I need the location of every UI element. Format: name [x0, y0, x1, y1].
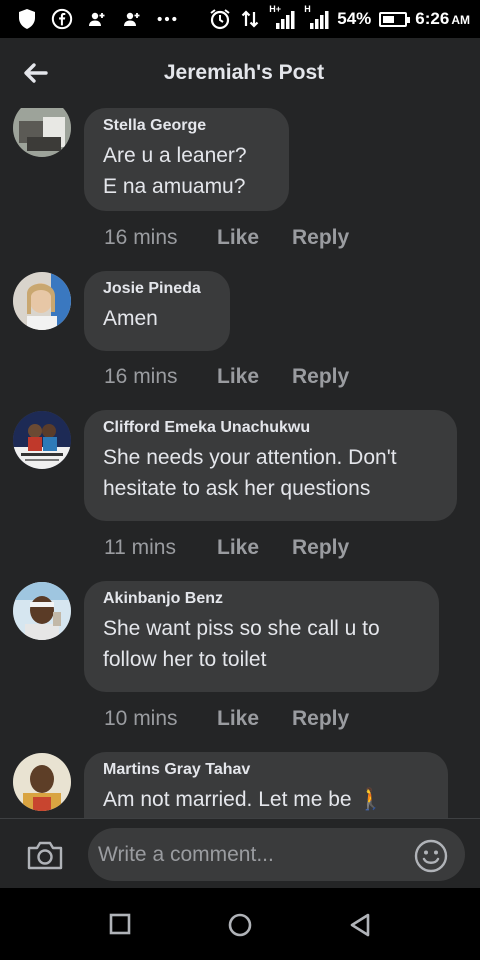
facebook-icon	[51, 8, 73, 30]
alarm-icon	[209, 8, 231, 30]
signal-icon: H+	[269, 4, 295, 30]
comment-bubble[interactable]: Martins Gray Tahav Am not married. Let m…	[84, 752, 448, 818]
avatar[interactable]	[13, 411, 71, 469]
comment-bubble[interactable]: Josie Pineda Amen	[84, 271, 230, 351]
recent-apps-icon	[109, 913, 131, 935]
avatar[interactable]	[13, 753, 71, 811]
data-transfer-icon	[239, 8, 261, 30]
recent-apps-button[interactable]	[108, 912, 134, 938]
comment-text: She needs your attention. Don't hesitate…	[103, 446, 397, 500]
comment-actions: 16 mins Like Reply	[104, 226, 349, 250]
battery-icon	[379, 11, 411, 27]
home-button[interactable]	[227, 912, 253, 938]
battery-percent: 54%	[337, 9, 372, 28]
camera-button[interactable]	[26, 839, 64, 871]
reply-button[interactable]: Reply	[292, 536, 349, 560]
comment-timestamp[interactable]: 16 mins	[104, 226, 217, 250]
home-icon	[228, 913, 252, 937]
post-header: Jeremiah's Post	[0, 38, 480, 108]
like-button[interactable]: Like	[217, 536, 292, 560]
comment-text: Are u a leaner? E na amuamu?	[103, 144, 247, 198]
comment-author[interactable]: Josie Pineda	[103, 280, 211, 298]
like-button[interactable]: Like	[217, 226, 292, 250]
comment-bubble[interactable]: Clifford Emeka Unachukwu She needs your …	[84, 410, 457, 521]
back-button[interactable]	[18, 58, 52, 88]
emoji-icon	[414, 839, 448, 873]
avatar[interactable]	[13, 272, 71, 330]
reply-button[interactable]: Reply	[292, 226, 349, 250]
comment-author[interactable]: Akinbanjo Benz	[103, 590, 420, 608]
add-person-icon	[86, 8, 108, 30]
comment-bubble[interactable]: Akinbanjo Benz She want piss so she call…	[84, 581, 439, 692]
comment-input[interactable]	[88, 828, 465, 881]
comment-author[interactable]: Stella George	[103, 117, 270, 135]
more-dots-icon	[156, 8, 178, 30]
comment-timestamp[interactable]: 10 mins	[104, 707, 217, 731]
signal-icon: H	[303, 4, 329, 30]
shield-icon	[16, 8, 38, 30]
comment-text: Amen	[103, 307, 158, 330]
comment-text: Am not married. Let me be 🚶	[103, 788, 384, 811]
like-button[interactable]: Like	[217, 707, 292, 731]
comment-actions: 16 mins Like Reply	[104, 365, 349, 389]
comment-timestamp[interactable]: 11 mins	[104, 536, 217, 560]
reply-button[interactable]: Reply	[292, 707, 349, 731]
comment-actions: 11 mins Like Reply	[104, 536, 349, 560]
avatar[interactable]	[13, 582, 71, 640]
avatar[interactable]	[13, 108, 71, 157]
status-bar-system: H+ H 54% 6:26 AM	[209, 4, 470, 30]
reply-button[interactable]: Reply	[292, 365, 349, 389]
comment-timestamp[interactable]: 16 mins	[104, 365, 217, 389]
clock: 6:26 AM	[415, 9, 470, 29]
comment-author[interactable]: Martins Gray Tahav	[103, 761, 429, 779]
comment-actions: 10 mins Like Reply	[104, 707, 349, 731]
status-bar-notifications	[16, 8, 178, 30]
page-title: Jeremiah's Post	[163, 61, 325, 84]
camera-icon	[27, 841, 63, 870]
arrow-left-icon	[24, 63, 48, 83]
comment-bubble[interactable]: Stella George Are u a leaner? E na amuam…	[84, 108, 289, 211]
status-bar: H+ H 54% 6:26 AM	[0, 0, 480, 38]
comment-composer	[0, 818, 480, 888]
clock-time: 6:26	[415, 9, 450, 28]
comment-list[interactable]: Stella George Are u a leaner? E na amuam…	[0, 108, 480, 818]
system-nav-bar	[0, 888, 480, 960]
emoji-button[interactable]	[414, 839, 448, 873]
back-nav-button[interactable]	[348, 912, 374, 938]
add-person-icon	[121, 8, 143, 30]
like-button[interactable]: Like	[217, 365, 292, 389]
comment-author[interactable]: Clifford Emeka Unachukwu	[103, 419, 438, 437]
comment-text: She want piss so she call u to follow he…	[103, 617, 380, 671]
clock-ampm: AM	[451, 13, 470, 27]
back-triangle-icon	[350, 913, 370, 937]
